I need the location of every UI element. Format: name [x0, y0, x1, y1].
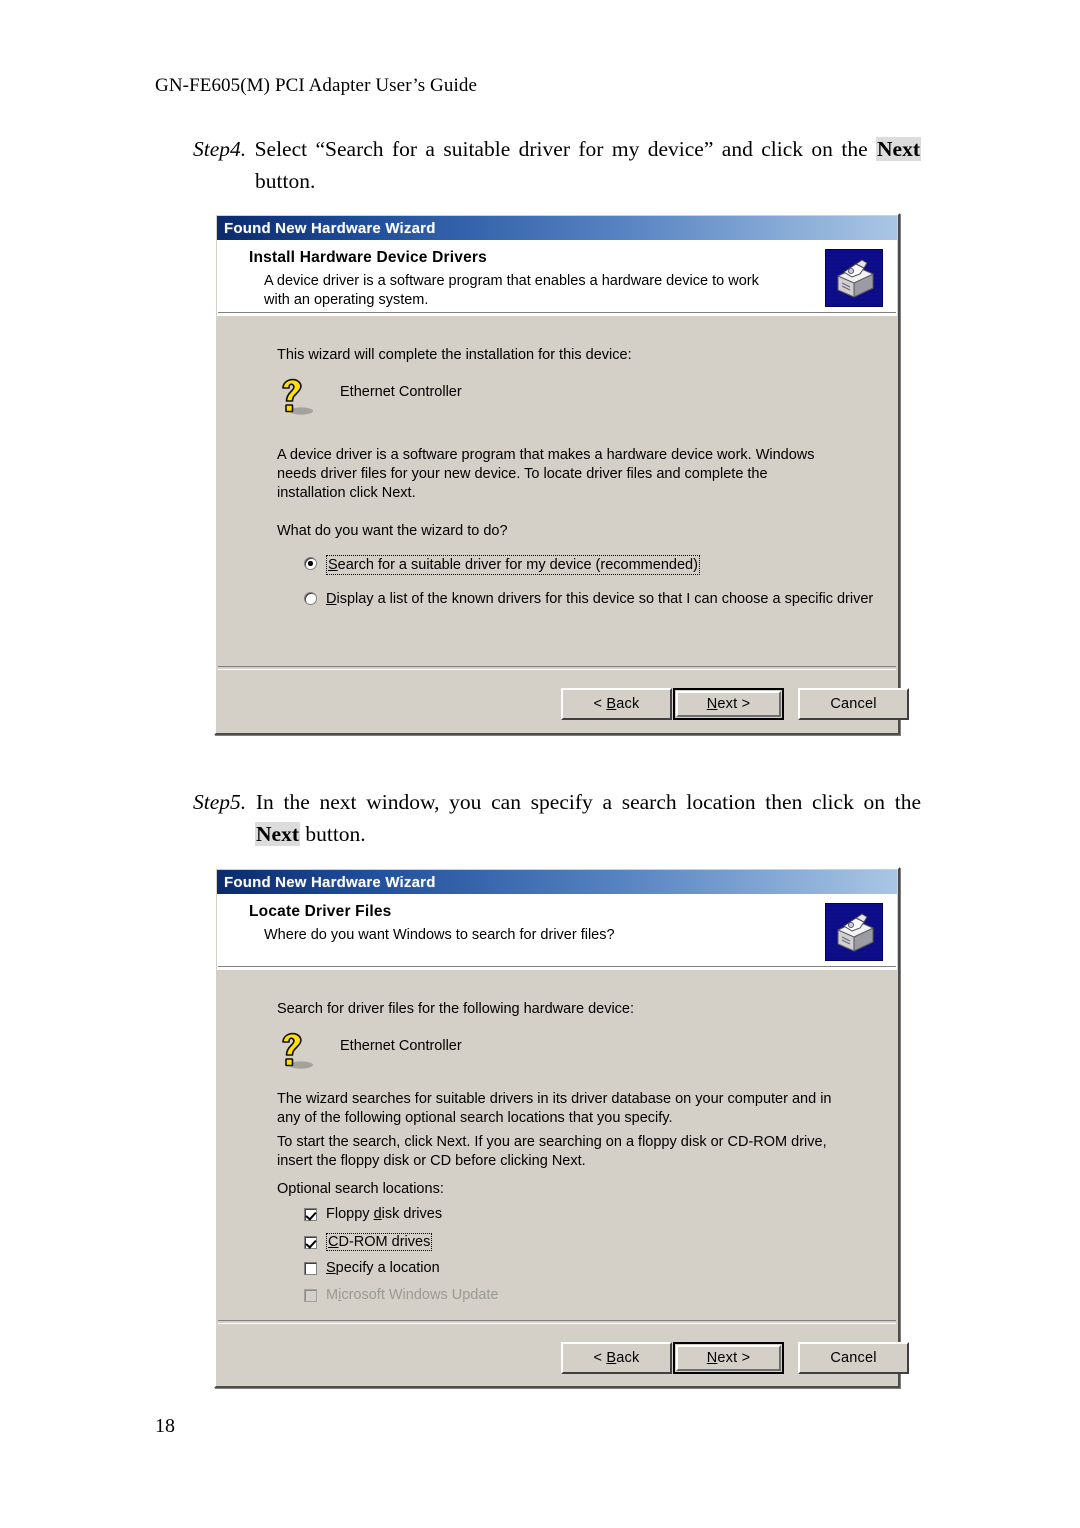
dialog-1-button-separator: [218, 666, 896, 670]
dialog-2-titlebar[interactable]: Found New Hardware Wizard: [217, 870, 897, 894]
dialog-2-header-separator: [218, 966, 896, 970]
radio-search-suitable-driver-label: Search for a suitable driver for my devi…: [326, 555, 700, 575]
dialog-1-header-panel: Install Hardware Device Drivers A device…: [217, 240, 897, 316]
checkbox-cd-rom-drives-control[interactable]: [304, 1235, 317, 1249]
checkbox-specify-a-location-label: Specify a location: [326, 1260, 440, 1276]
dialog-2-header-title: Locate Driver Files: [249, 903, 392, 920]
next-rest-1: ext: [717, 696, 738, 712]
dialog-1-intro-text: This wizard will complete the installati…: [277, 347, 632, 363]
step-5-next-keyword: Next: [255, 822, 300, 846]
checkbox-microsoft-windows-update: Microsoft Windows Update: [304, 1287, 498, 1303]
running-header: GN-FE605(M) PCI Adapter User’s Guide: [155, 75, 477, 96]
dialog-1-question: What do you want the wizard to do?: [277, 523, 508, 539]
next-suffix-2: >: [737, 1350, 751, 1366]
checkbox-cd-rom-drives[interactable]: CD-ROM drives: [304, 1233, 433, 1251]
radio-1-accesskey: S: [328, 557, 338, 573]
radio-search-suitable-driver-control[interactable]: [304, 557, 317, 570]
radio-search-suitable-driver[interactable]: Search for a suitable driver for my devi…: [304, 555, 804, 575]
back-prefix-2: <: [593, 1350, 607, 1366]
dialog-1-header-subtitle: A device driver is a software program th…: [264, 273, 759, 308]
radio-2-accesskey: D: [326, 591, 337, 607]
dialog-1-header-title: Install Hardware Device Drivers: [249, 249, 487, 266]
hardware-wizard-icon: [825, 903, 883, 961]
step-4-text-cont: button.: [255, 169, 316, 193]
checkbox-specify-a-location[interactable]: Specify a location: [304, 1260, 440, 1276]
dialog-1-device-name: Ethernet Controller: [340, 384, 462, 400]
radio-display-known-drivers-control[interactable]: [304, 592, 317, 605]
back-prefix-1: <: [593, 696, 607, 712]
found-new-hardware-wizard-dialog-1[interactable]: Found New Hardware Wizard Install Hardwa…: [214, 213, 909, 735]
cb-1-rest: isk drives: [381, 1206, 443, 1222]
dialog-2-cancel-button[interactable]: Cancel: [798, 1342, 909, 1374]
dialog-1-header-separator: [218, 312, 896, 316]
cb-4-rest: crosoft Windows Update: [341, 1287, 499, 1303]
dialog-2-back-button[interactable]: < Back: [561, 1342, 672, 1374]
back-accesskey-2: B: [606, 1350, 617, 1366]
cancel-label-1: Cancel: [830, 696, 877, 712]
dialog-1-next-button[interactable]: Next >: [673, 688, 784, 720]
checkbox-microsoft-windows-update-label: Microsoft Windows Update: [326, 1287, 498, 1303]
cb-1-accesskey: d: [373, 1206, 382, 1222]
radio-1-label-rest: earch for a suitable driver for my devic…: [337, 557, 698, 573]
checkbox-floppy-disk-drives-label: Floppy disk drives: [326, 1206, 442, 1222]
dialog-1-paragraph: A device driver is a software program th…: [277, 447, 815, 501]
back-accesskey-1: B: [606, 696, 617, 712]
back-rest-1: ack: [616, 696, 640, 712]
dialog-2-paragraph-1: The wizard searches for suitable drivers…: [277, 1091, 832, 1126]
checkbox-specify-a-location-control[interactable]: [304, 1261, 317, 1275]
dialog-2-device-name: Ethernet Controller: [340, 1038, 462, 1054]
next-rest-2: ext: [717, 1350, 738, 1366]
checkbox-floppy-disk-drives[interactable]: Floppy disk drives: [304, 1206, 442, 1222]
dialog-2-next-button[interactable]: Next >: [673, 1342, 784, 1374]
found-new-hardware-wizard-dialog-2[interactable]: Found New Hardware Wizard Locate Driver …: [214, 867, 909, 1388]
cancel-label-2: Cancel: [830, 1350, 877, 1366]
step-5-text-cont: button.: [299, 822, 366, 846]
step-5-text: In the next window, you can specify a se…: [255, 790, 922, 814]
cb-3-accesskey: S: [326, 1260, 336, 1276]
next-accesskey-2: N: [706, 1350, 718, 1366]
radio-2-label-rest: isplay a list of the known drivers for t…: [336, 591, 874, 607]
dialog-1-cancel-button[interactable]: Cancel: [798, 688, 909, 720]
dialog-1-body: This wizard will complete the installati…: [217, 318, 909, 732]
radio-display-known-drivers[interactable]: Display a list of the known drivers for …: [304, 590, 879, 608]
dialog-1-titlebar[interactable]: Found New Hardware Wizard: [217, 216, 897, 240]
back-rest-2: ack: [616, 1350, 640, 1366]
unknown-device-question-icon: [274, 1029, 320, 1075]
dialog-2-title: Found New Hardware Wizard: [224, 873, 436, 891]
dialog-2-header-panel: Locate Driver Files Where do you want Wi…: [217, 894, 897, 970]
dialog-2-body: Search for driver files for the followin…: [217, 972, 909, 1385]
step-4-instruction: Step4. Select “Search for a suitable dri…: [193, 133, 921, 197]
dialog-2-intro-text: Search for driver files for the followin…: [277, 1001, 635, 1017]
checkbox-cd-rom-drives-label: CD-ROM drives: [326, 1233, 433, 1251]
radio-display-known-drivers-label: Display a list of the known drivers for …: [326, 590, 873, 608]
dialog-2-header-subtitle: Where do you want Windows to search for …: [264, 927, 615, 943]
checkbox-floppy-disk-drives-control[interactable]: [304, 1207, 317, 1221]
cb-4-pre: M: [326, 1287, 339, 1303]
cb-2-accesskey: C: [328, 1234, 339, 1250]
page-number: 18: [155, 1415, 175, 1437]
next-suffix-1: >: [737, 696, 751, 712]
checkbox-microsoft-windows-update-control: [304, 1288, 317, 1302]
hardware-wizard-icon: [825, 249, 883, 307]
dialog-2-paragraph-2: To start the search, click Next. If you …: [277, 1134, 827, 1169]
optional-search-locations-label: Optional search locations:: [277, 1181, 444, 1197]
step-4-label: Step4.: [193, 137, 247, 161]
step-5-instruction: Step5. In the next window, you can speci…: [193, 786, 921, 850]
next-accesskey-1: N: [706, 696, 718, 712]
dialog-2-button-separator: [218, 1320, 896, 1324]
cb-2-rest: D-ROM drives: [338, 1234, 431, 1250]
dialog-1-back-button[interactable]: < Back: [561, 688, 672, 720]
step-4-text: Select “Search for a suitable driver for…: [254, 137, 868, 161]
cb-1-pre: Floppy: [326, 1206, 374, 1222]
unknown-device-question-icon: [274, 375, 320, 421]
step-4-next-keyword: Next: [876, 137, 921, 161]
step-5-label: Step5.: [193, 790, 247, 814]
cb-3-rest: pecify a location: [335, 1260, 440, 1276]
dialog-1-title: Found New Hardware Wizard: [224, 219, 436, 237]
